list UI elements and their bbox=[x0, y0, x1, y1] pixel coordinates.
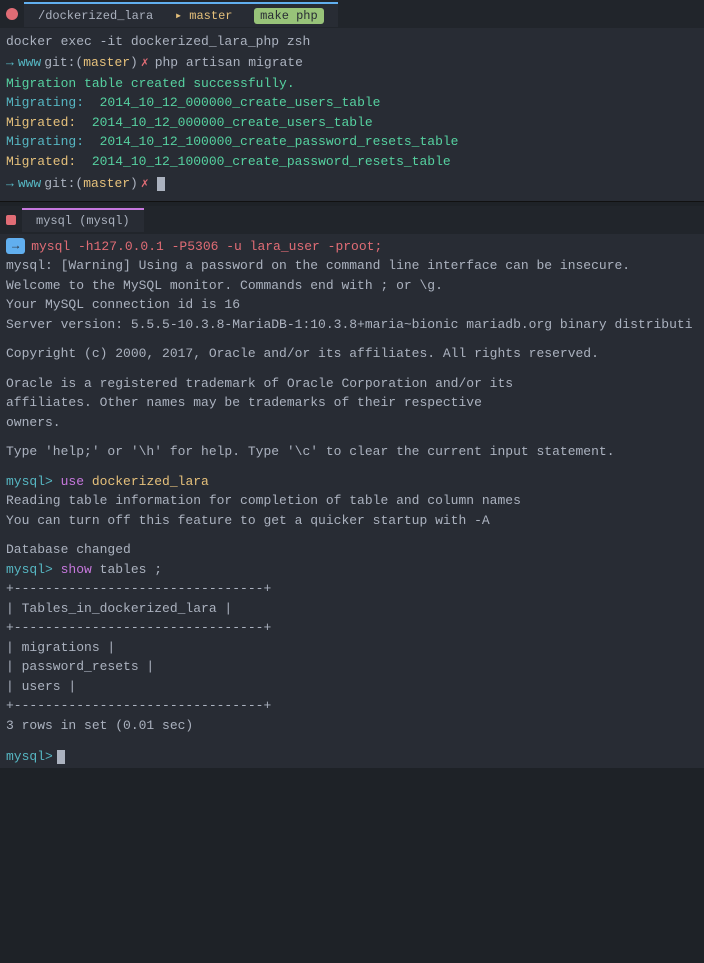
git-open-label: git:( bbox=[44, 52, 83, 74]
artisan-cmd-text: php artisan migrate bbox=[155, 52, 303, 74]
table-row-users: | users | bbox=[6, 677, 698, 697]
top-terminal: /dockerized_lara ▸ master make php docke… bbox=[0, 0, 704, 202]
blank-1 bbox=[6, 334, 698, 344]
migrating-label-1: Migrating: bbox=[6, 95, 84, 110]
mysql-final-prompt: mysql> bbox=[6, 749, 698, 764]
migrating-label-2: Migrating: bbox=[6, 134, 84, 149]
final-git-open-label: git:( bbox=[44, 173, 83, 195]
bottom-terminal: mysql (mysql) → mysql -h127.0.0.1 -P5306… bbox=[0, 206, 704, 768]
table-bottom-border: +--------------------------------+ bbox=[6, 696, 698, 716]
mysql-warning-line: mysql: [Warning] Using a password on the… bbox=[6, 256, 698, 276]
result-line: 3 rows in set (0.01 sec) bbox=[6, 716, 698, 736]
top-terminal-content: docker exec -it dockerized_lara_php zsh … bbox=[0, 28, 704, 201]
migrated-line-1: Migrated: 2014_10_12_000000_create_users… bbox=[6, 113, 698, 133]
cmd-label: make php bbox=[254, 8, 324, 24]
path-label: /dockerized_lara bbox=[38, 9, 153, 23]
blank-3 bbox=[6, 432, 698, 442]
server-version-line: Server version: 5.5.5-10.3.8-MariaDB-1:1… bbox=[6, 315, 698, 335]
final-prompt-line: → www git:( master ) ✗ bbox=[6, 173, 698, 195]
x-icon: ✗ bbox=[141, 52, 149, 74]
bottom-terminal-content: → mysql -h127.0.0.1 -P5306 -u lara_user … bbox=[0, 234, 704, 768]
top-tab-title[interactable]: /dockerized_lara ▸ master make php bbox=[24, 2, 338, 27]
table-header-row: | Tables_in_dockerized_lara | bbox=[6, 599, 698, 619]
git-branch-label: master bbox=[83, 52, 130, 74]
close-icon[interactable] bbox=[6, 8, 18, 20]
blank-6 bbox=[6, 735, 698, 745]
migrated-label-2: Migrated: bbox=[6, 154, 84, 169]
oracle-line-3: owners. bbox=[6, 413, 698, 433]
bottom-tab-title[interactable]: mysql (mysql) bbox=[22, 208, 144, 232]
mysql-prompt-2: mysql> bbox=[6, 562, 53, 577]
mysql-final-prompt-label: mysql> bbox=[6, 749, 53, 764]
bottom-close-icon[interactable] bbox=[6, 215, 16, 225]
show-cmd-line: mysql> show tables ; bbox=[6, 560, 698, 580]
blank-4 bbox=[6, 462, 698, 472]
use-cmd-line: mysql> use dockerized_lara bbox=[6, 472, 698, 492]
docker-cmd-line: docker exec -it dockerized_lara_php zsh bbox=[6, 32, 698, 52]
mysql-prompt-1: mysql> bbox=[6, 474, 53, 489]
oracle-line-1: Oracle is a registered trademark of Orac… bbox=[6, 374, 698, 394]
cursor-block bbox=[157, 177, 165, 191]
migration-name-2: 2014_10_12_100000_create_password_resets… bbox=[100, 134, 459, 149]
copyright-line: Copyright (c) 2000, 2017, Oracle and/or … bbox=[6, 344, 698, 364]
www-label: www bbox=[18, 52, 41, 74]
db-changed-line: Database changed bbox=[6, 540, 698, 560]
mysql-arrow-icon: → bbox=[6, 238, 25, 254]
welcome-line: Welcome to the MySQL monitor. Commands e… bbox=[6, 276, 698, 296]
bottom-tab-bar: mysql (mysql) bbox=[0, 206, 704, 234]
reading-line-2: You can turn off this feature to get a q… bbox=[6, 511, 698, 531]
blank-5 bbox=[6, 530, 698, 540]
top-tab-bar: /dockerized_lara ▸ master make php bbox=[0, 0, 704, 28]
arrow-icon: → bbox=[6, 52, 14, 74]
final-x-icon: ✗ bbox=[141, 173, 149, 195]
final-git-close-label: ) bbox=[130, 173, 138, 195]
mysql-cmd-line: → mysql -h127.0.0.1 -P5306 -u lara_user … bbox=[6, 238, 698, 254]
final-git-branch-label: master bbox=[83, 173, 130, 195]
migrated-label-1: Migrated: bbox=[6, 115, 84, 130]
help-line: Type 'help;' or '\h' for help. Type '\c'… bbox=[6, 442, 698, 462]
final-arrow-icon: → bbox=[6, 173, 14, 195]
final-www-label: www bbox=[18, 173, 41, 195]
reading-line-1: Reading table information for completion… bbox=[6, 491, 698, 511]
blank-2 bbox=[6, 364, 698, 374]
mysql-cmd-text: mysql -h127.0.0.1 -P5306 -u lara_user -p… bbox=[31, 239, 382, 254]
use-keyword: use bbox=[61, 474, 84, 489]
migrating-line-1: Migrating: 2014_10_12_000000_create_user… bbox=[6, 93, 698, 113]
branch-label: ▸ master bbox=[175, 9, 233, 23]
use-db-name: dockerized_lara bbox=[92, 474, 209, 489]
git-close-label: ) bbox=[130, 52, 138, 74]
connection-line: Your MySQL connection id is 16 bbox=[6, 295, 698, 315]
table-mid-border: +--------------------------------+ bbox=[6, 618, 698, 638]
artisan-prompt-line: → www git:( master ) ✗ php artisan migra… bbox=[6, 52, 698, 74]
table-row-migrations: | migrations | bbox=[6, 638, 698, 658]
migrating-line-2: Migrating: 2014_10_12_100000_create_pass… bbox=[6, 132, 698, 152]
table-row-password-resets: | password_resets | bbox=[6, 657, 698, 677]
migrated-line-2: Migrated: 2014_10_12_100000_create_passw… bbox=[6, 152, 698, 172]
table-top-border: +--------------------------------+ bbox=[6, 579, 698, 599]
oracle-line-2: affiliates. Other names may be trademark… bbox=[6, 393, 698, 413]
migrated-name-2: 2014_10_12_100000_create_password_resets… bbox=[92, 154, 451, 169]
migration-success-line: Migration table created successfully. bbox=[6, 74, 698, 94]
migrated-name-1: 2014_10_12_000000_create_users_table bbox=[92, 115, 373, 130]
migration-name-1: 2014_10_12_000000_create_users_table bbox=[100, 95, 381, 110]
show-rest: tables ; bbox=[100, 562, 162, 577]
show-keyword: show bbox=[61, 562, 92, 577]
mysql-cursor bbox=[57, 750, 65, 764]
